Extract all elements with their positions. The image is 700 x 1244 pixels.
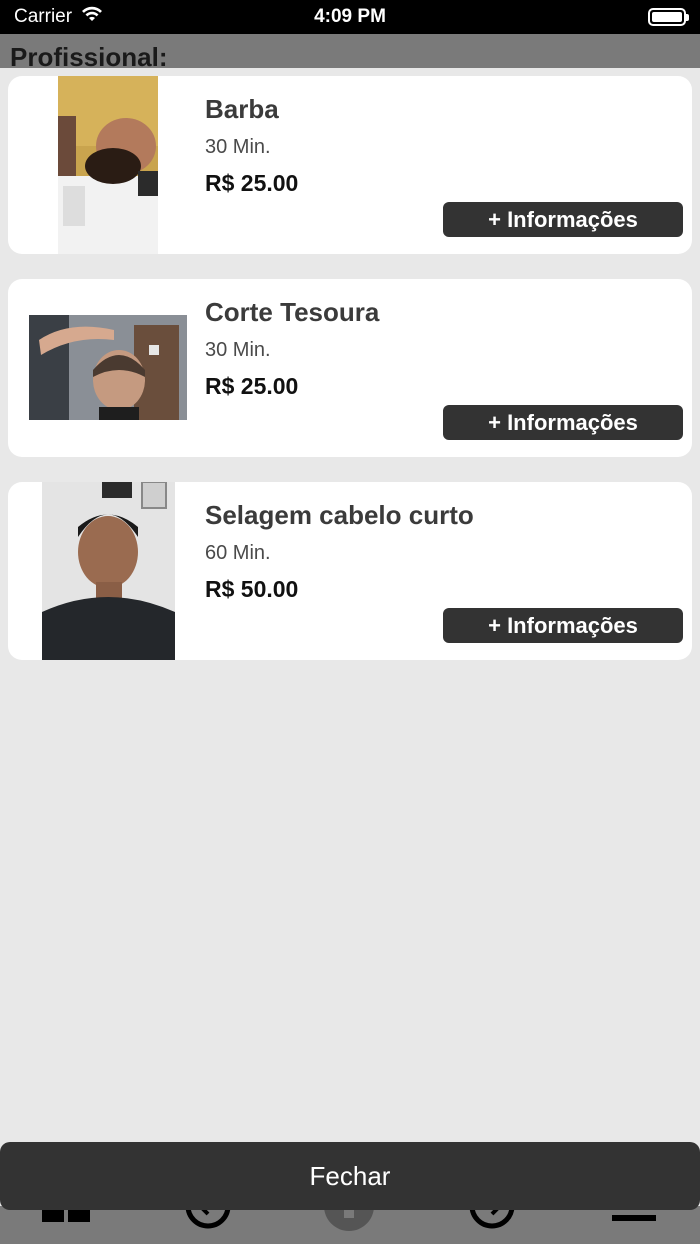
center-circle-icon[interactable] bbox=[322, 1206, 376, 1244]
service-photo-barba bbox=[58, 76, 158, 254]
forward-circle-icon[interactable] bbox=[468, 1206, 516, 1244]
close-button[interactable]: Fechar bbox=[0, 1142, 700, 1210]
more-info-button[interactable]: + Informações bbox=[443, 405, 683, 440]
grid-icon[interactable] bbox=[40, 1206, 92, 1244]
service-photo-corte-tesoura bbox=[29, 315, 187, 420]
service-name: Corte Tesoura bbox=[205, 297, 380, 327]
service-price: R$ 50.00 bbox=[205, 576, 299, 602]
menu-icon[interactable] bbox=[610, 1206, 658, 1244]
service-card-barba[interactable]: Barba 30 Min. R$ 25.00 + Informações bbox=[8, 76, 692, 254]
status-bar: Carrier 4:09 PM bbox=[0, 0, 700, 34]
header-strip: Profissional: bbox=[0, 34, 700, 72]
battery-icon bbox=[648, 8, 689, 26]
service-duration: 30 Min. bbox=[205, 136, 271, 158]
service-card-corte-tesoura[interactable]: Corte Tesoura 30 Min. R$ 25.00 + Informa… bbox=[8, 279, 692, 457]
status-left: Carrier bbox=[14, 5, 104, 29]
service-duration: 30 Min. bbox=[205, 339, 271, 361]
service-photo-selagem bbox=[42, 482, 175, 660]
service-card-selagem[interactable]: Selagem cabelo curto 60 Min. R$ 50.00 + … bbox=[8, 482, 692, 660]
back-circle-icon[interactable] bbox=[184, 1206, 232, 1244]
tab-bar bbox=[0, 1206, 700, 1244]
screen: Carrier 4:09 PM Profissional: Barba 30 M… bbox=[0, 0, 700, 1244]
service-duration: 60 Min. bbox=[205, 542, 271, 564]
service-price: R$ 25.00 bbox=[205, 170, 299, 196]
more-info-button[interactable]: + Informações bbox=[443, 608, 683, 643]
carrier-label: Carrier bbox=[14, 6, 73, 27]
page-title: Profissional: bbox=[10, 42, 168, 72]
status-time: 4:09 PM bbox=[314, 6, 386, 27]
wifi-icon bbox=[80, 5, 104, 29]
service-name: Barba bbox=[205, 94, 279, 124]
more-info-button[interactable]: + Informações bbox=[443, 202, 683, 237]
service-price: R$ 25.00 bbox=[205, 373, 299, 399]
service-name: Selagem cabelo curto bbox=[205, 500, 474, 530]
